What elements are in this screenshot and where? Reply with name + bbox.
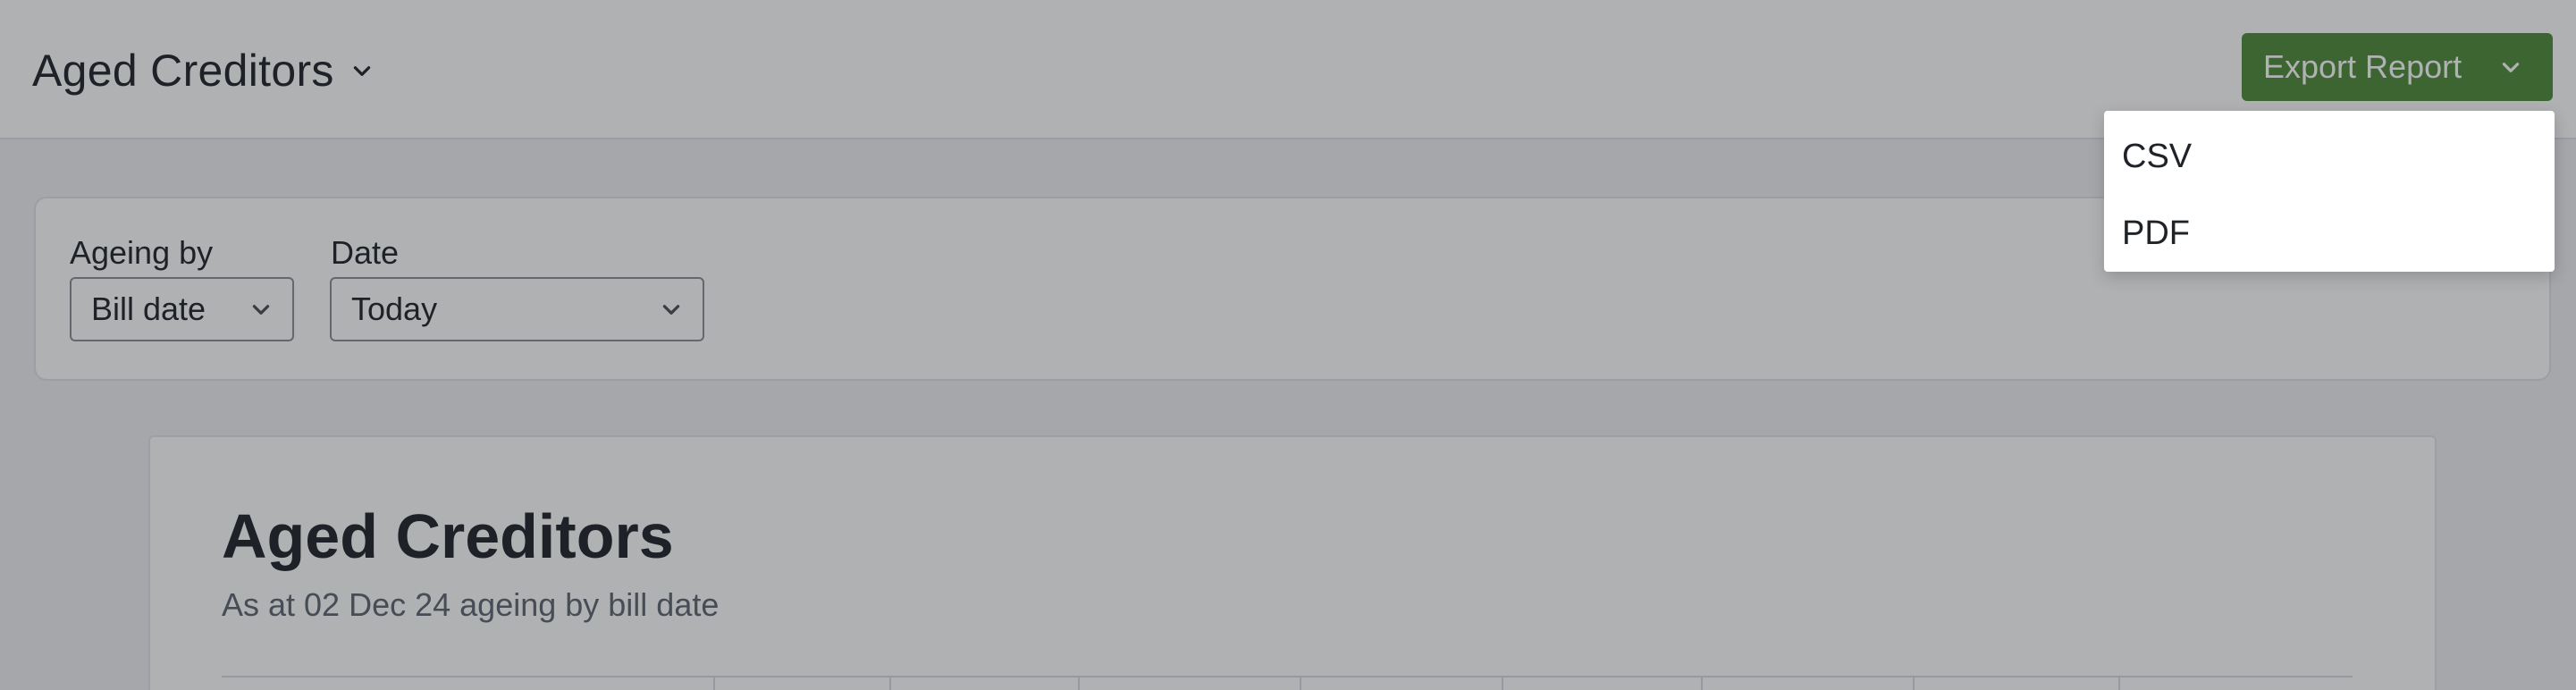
- aged-creditors-page: Aged Creditors Export Report Ageing by B…: [0, 0, 2576, 690]
- export-menu-item-pdf[interactable]: PDF: [2104, 195, 2555, 272]
- export-menu: CSV PDF: [2104, 111, 2555, 272]
- export-menu-item-csv[interactable]: CSV: [2104, 118, 2555, 195]
- dropdown-backdrop[interactable]: [0, 0, 2576, 690]
